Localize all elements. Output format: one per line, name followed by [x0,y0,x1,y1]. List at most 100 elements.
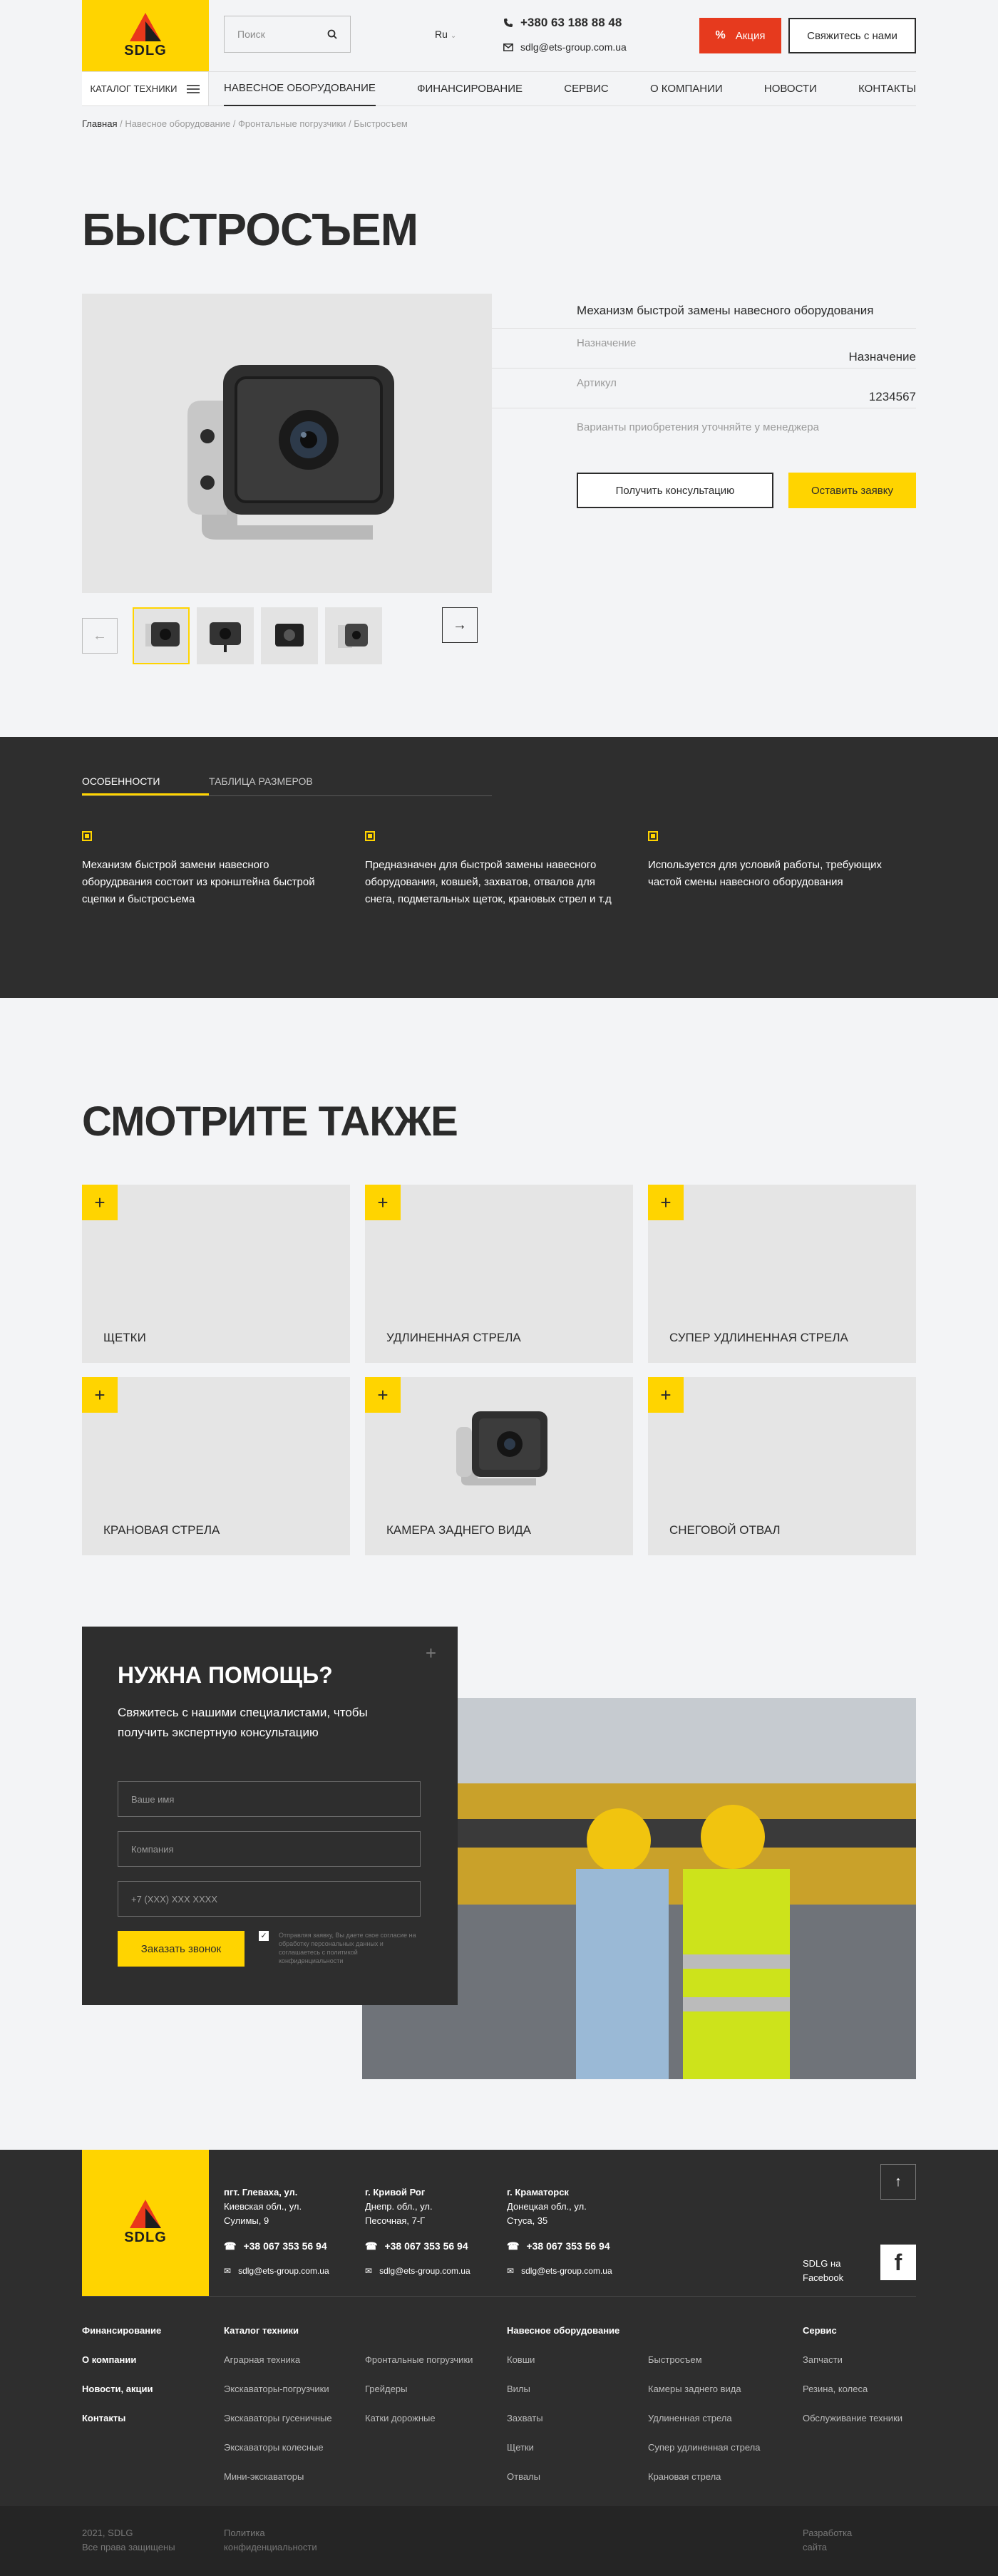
related-card[interactable]: + УДЛИНЕННАЯ СТРЕЛА [365,1185,633,1363]
privacy-link[interactable]: Политика конфиденциальности [224,2526,317,2555]
footer-service: Сервис Запчасти Резина, колеса Обслуживани… [803,2325,903,2423]
feature-item: Используется для условий работы, требующ… [648,831,905,891]
thumbnail-strip: ← → [82,607,492,664]
feature-item: Механизм быстрой замени навесного оборуд… [82,831,339,908]
product-info: Механизм быстрой замены навесного оборуд… [492,294,916,433]
close-icon[interactable]: + [426,1642,436,1664]
thumbnail-3[interactable] [261,607,318,664]
office-phone[interactable]: ☎ +38 067 353 56 94 [507,2239,642,2253]
purchase-note: Варианты приобретения уточняйте у менедж… [577,421,819,433]
promo-button[interactable]: % Акция [699,18,781,53]
consent-checkbox[interactable]: ✓ Отправляя заявку, Вы даете свое согласи… [259,1931,423,1965]
chevron-down-icon: ⌄ [450,32,457,40]
thumbnail-4[interactable] [325,607,382,664]
company-field[interactable]: Компания [118,1831,421,1867]
logo-text: SDLG [124,42,167,58]
scroll-top-button[interactable]: ↑ [880,2164,916,2200]
percent-icon: % [715,29,726,41]
developer-link[interactable]: Разработка сайта [803,2526,852,2555]
related-card[interactable]: + СНЕГОВОЙ ОТВАЛ [648,1377,916,1555]
check-icon [82,831,92,841]
plus-icon[interactable]: + [82,1377,118,1413]
related-card[interactable]: + ЩЕТКИ [82,1185,350,1363]
nav-item-about[interactable]: О КОМПАНИИ [650,83,723,95]
arrow-up-icon: ↑ [895,2173,902,2190]
nav-item-financing[interactable]: ФИНАНСИРОВАНИЕ [417,83,523,95]
facebook-label[interactable]: SDLG на Facebook [803,2257,860,2285]
contact-us-button[interactable]: Свяжитесь с нами [788,18,916,53]
get-consultation-button[interactable]: Получить консультацию [577,473,773,508]
search-icon[interactable] [327,29,337,39]
camera-thumb-icon [275,624,304,646]
help-title: НУЖНА ПОМОЩЬ? [118,1662,333,1688]
sku-row: Артикул 1234567 [492,369,916,408]
arrow-left-icon: ← [93,627,107,644]
menu-icon [187,84,200,93]
footer-equipment: Навесное оборудование Ковши Вилы Захваты Ще… [507,2325,620,2482]
main-nav: НАВЕСНОЕ ОБОРУДОВАНИЕ ФИНАНСИРОВАНИЕ СЕР… [224,71,916,106]
tab-sizes[interactable]: ТАБЛИЦА РАЗМЕРОВ [209,766,313,795]
office-phone[interactable]: ☎ +38 067 353 56 94 [365,2239,500,2253]
camera-thumb-icon [338,624,368,648]
office-phone[interactable]: ☎ +38 067 353 56 94 [224,2239,359,2253]
breadcrumb: Главная / Навесное оборудование / Фронта… [82,118,408,129]
tab-features[interactable]: ОСОБЕННОСТИ [82,766,209,795]
thumbnail-1[interactable] [133,607,190,664]
features-section: ОСОБЕННОСТИ ТАБЛИЦА РАЗМЕРОВ Механизм бы… [0,737,998,998]
office-email[interactable]: ✉ sdlg@ets-group.com.ua [224,2264,359,2278]
phone-icon: ☎ [365,2240,378,2252]
logo[interactable]: SDLG [82,0,209,71]
name-field[interactable]: Ваше имя [118,1781,421,1817]
related-card[interactable]: + СУПЕР УДЛИНЕННАЯ СТРЕЛА [648,1185,916,1363]
sku-label: Артикул [577,377,617,389]
order-call-button[interactable]: Заказать звонок [118,1931,245,1967]
camera-image [187,365,394,540]
product-main-image [82,294,492,593]
search-placeholder: Поиск [237,29,265,40]
purpose-row: Назначение Назначение [492,329,916,369]
catalog-button[interactable]: КАТАЛОГ ТЕХНИКИ [82,72,209,105]
office: пгт. Глеваха, ул. Киевская обл., ул. Сули… [224,2185,359,2278]
feature-item: Предназначен для быстрой замены навесног… [365,831,622,908]
thumbnail-2[interactable] [197,607,254,664]
mail-icon: ✉ [507,2266,515,2276]
product-description: Механизм быстрой замены навесного оборуд… [492,294,916,329]
header-email[interactable]: sdlg@ets-group.com.ua [503,41,627,53]
phone-field[interactable]: +7 (XXX) XXX XXXX [118,1881,421,1917]
purpose-label: Назначение [577,337,637,349]
camera-thumb-icon [145,622,180,646]
footer-catalog: Каталог техники Аграрная техника Экскават… [224,2325,332,2482]
footer-logo[interactable]: SDLG [82,2150,209,2296]
language-select[interactable]: Ru ⌄ [435,29,456,40]
header-phone[interactable]: +380 63 188 88 48 [503,16,622,30]
search-input[interactable]: Поиск [224,16,351,53]
footer-links: Финансирование О компании Новости, акции Ко… [82,2325,162,2423]
nav-item-contacts[interactable]: КОНТАКТЫ [858,83,916,95]
next-image-button[interactable]: → [442,607,478,643]
breadcrumb-path[interactable]: / Навесное оборудование / Фронтальные по… [117,118,408,129]
footer-bottom: 2021, SDLG Все права защищены Политика кон… [0,2506,998,2576]
office-email[interactable]: ✉ sdlg@ets-group.com.ua [507,2264,642,2278]
related-card[interactable]: + КРАНОВАЯ СТРЕЛА [82,1377,350,1555]
footer: SDLG пгт. Глеваха, ул. Киевская обл., ул.… [0,2150,998,2576]
nav-item-news[interactable]: НОВОСТИ [764,83,817,95]
footer-equipment-2: Быстросъем Камеры заднего вида Удлиненная … [648,2354,761,2482]
nav-item-service[interactable]: СЕРВИС [564,83,608,95]
prev-image-button[interactable]: ← [82,618,118,654]
phone-icon: ☎ [507,2240,520,2252]
help-text: Свяжитесь с нашими специалистами, чтобы … [118,1706,368,1739]
plus-icon[interactable]: + [82,1185,118,1220]
check-icon [365,831,375,841]
nav-item-attachments[interactable]: НАВЕСНОЕ ОБОРУДОВАНИЕ [224,71,376,106]
office-email[interactable]: ✉ sdlg@ets-group.com.ua [365,2264,500,2278]
sku-value: 1234567 [868,390,916,403]
breadcrumb-home[interactable]: Главная [82,118,117,129]
facebook-icon[interactable]: f [880,2245,916,2280]
related-card[interactable]: + КАМЕРА ЗАДНЕГО ВИДА [365,1377,633,1555]
plus-icon[interactable]: + [365,1185,401,1220]
plus-icon[interactable]: + [648,1377,684,1413]
plus-icon[interactable]: + [365,1377,401,1413]
arrow-right-icon: → [453,617,467,633]
plus-icon[interactable]: + [648,1185,684,1220]
leave-request-button[interactable]: Оставить заявку [788,473,916,508]
